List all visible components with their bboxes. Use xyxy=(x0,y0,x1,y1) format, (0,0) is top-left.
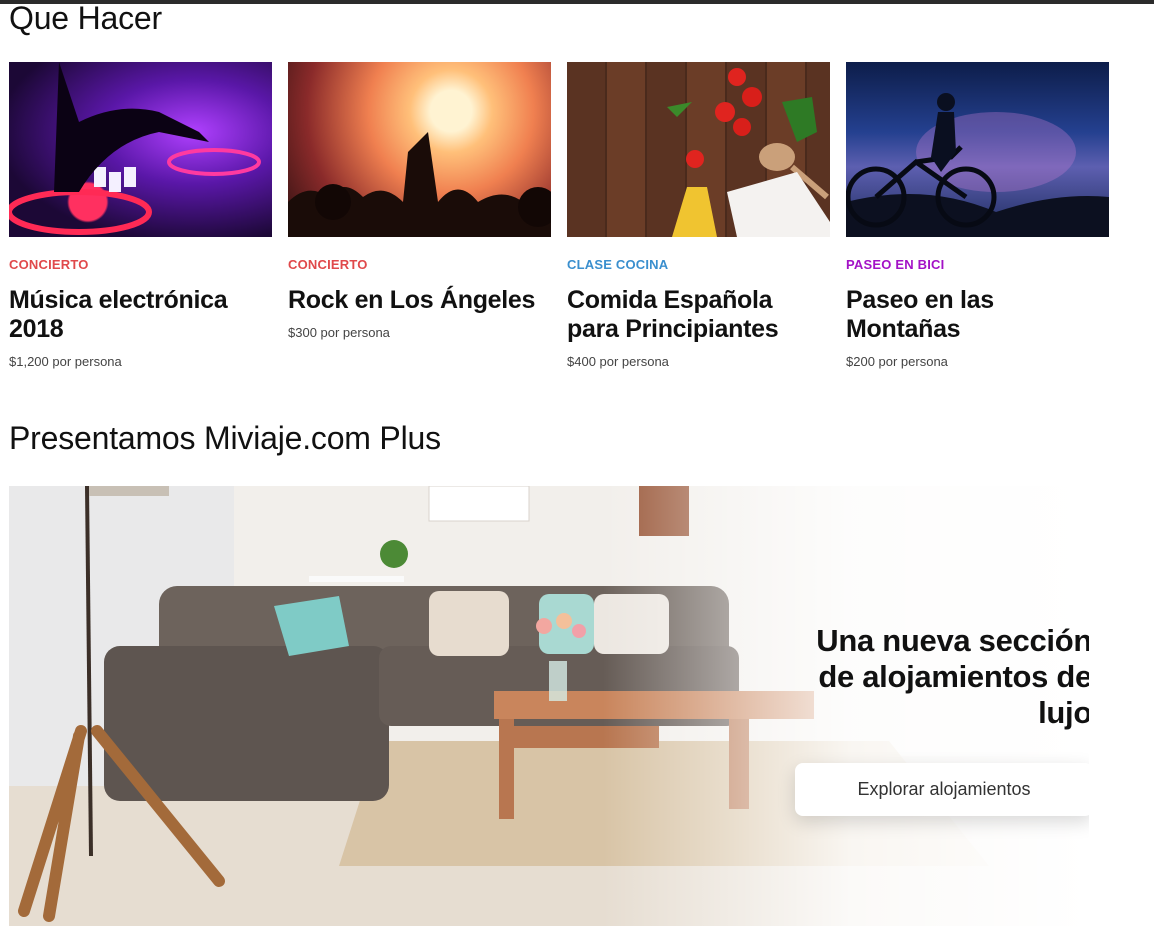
card-price: $400 por persona xyxy=(567,354,669,369)
card-price: $300 por persona xyxy=(288,325,390,340)
top-border xyxy=(0,0,1154,4)
card-category: Clase Cocina xyxy=(567,257,669,272)
food-ingredients-image[interactable] xyxy=(567,62,830,237)
plus-banner: Una nueva sección de alojamientos de luj… xyxy=(9,486,1089,926)
activity-card-paseo-montanas[interactable]: Paseo en Bici Paseo en las Montañas $200… xyxy=(846,62,1109,369)
card-price: $200 por persona xyxy=(846,354,948,369)
card-price: $1,200 por persona xyxy=(9,354,122,369)
card-title[interactable]: Rock en Los Ángeles xyxy=(288,286,551,315)
concert-crowd-image[interactable] xyxy=(288,62,551,237)
explore-accommodations-button[interactable]: Explorar alojamientos xyxy=(795,763,1089,816)
card-title[interactable]: Música electrónica 2018 xyxy=(9,286,272,344)
card-category: Concierto xyxy=(9,257,89,272)
activity-card-rock[interactable]: Concierto Rock en Los Ángeles $300 por p… xyxy=(288,62,551,340)
dj-mixer-image[interactable] xyxy=(9,62,272,237)
card-category: Concierto xyxy=(288,257,368,272)
cyclist-night-image[interactable] xyxy=(846,62,1109,237)
activity-card-comida-espanola[interactable]: Clase Cocina Comida Española para Princi… xyxy=(567,62,830,369)
banner-headline: Una nueva sección de alojamientos de luj… xyxy=(816,623,1089,730)
section-title-plus: Presentamos Miviaje.com Plus xyxy=(9,420,441,456)
section-title-que-hacer: Que Hacer xyxy=(9,0,162,36)
activity-card-musica-electronica[interactable]: Concierto Música electrónica 2018 $1,200… xyxy=(9,62,272,369)
card-title[interactable]: Paseo en las Montañas xyxy=(846,286,1109,344)
card-title[interactable]: Comida Española para Principiantes xyxy=(567,286,830,344)
activities-list: Concierto Música electrónica 2018 $1,200… xyxy=(9,62,1109,392)
card-category: Paseo en Bici xyxy=(846,257,945,272)
